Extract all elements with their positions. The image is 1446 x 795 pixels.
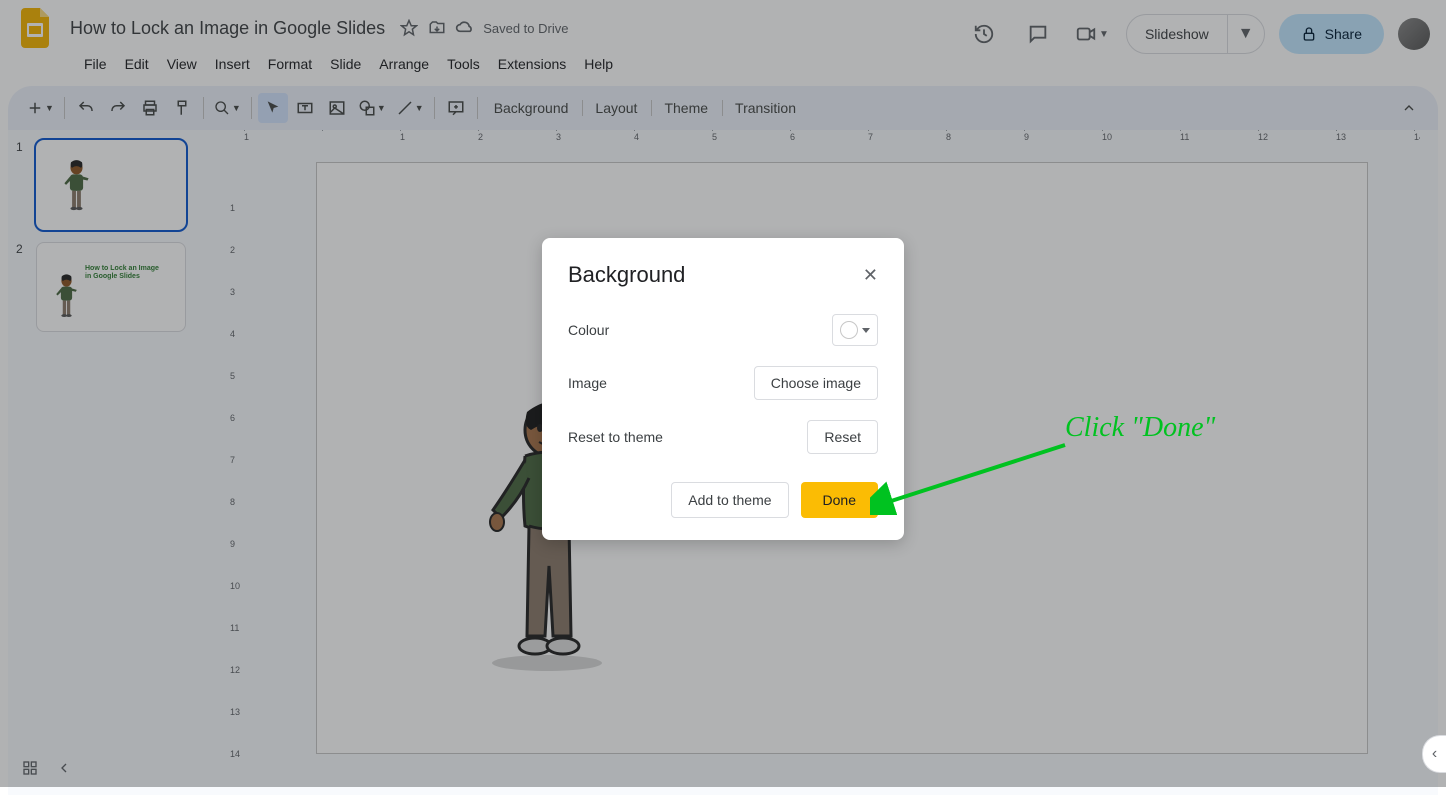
colour-label: Colour [568, 322, 609, 338]
background-dialog: Background ✕ Colour Image Choose image R… [542, 238, 904, 540]
color-swatch-icon [840, 321, 858, 339]
add-to-theme-button[interactable]: Add to theme [671, 482, 788, 518]
chevron-down-icon [862, 328, 870, 333]
reset-label: Reset to theme [568, 429, 663, 445]
colour-picker[interactable] [832, 314, 878, 346]
reset-button[interactable]: Reset [807, 420, 878, 454]
image-label: Image [568, 375, 607, 391]
done-button[interactable]: Done [801, 482, 878, 518]
annotation-text: Click "Done" [1065, 412, 1215, 444]
dialog-title: Background [568, 262, 685, 288]
close-icon[interactable]: ✕ [863, 265, 878, 286]
choose-image-button[interactable]: Choose image [754, 366, 878, 400]
